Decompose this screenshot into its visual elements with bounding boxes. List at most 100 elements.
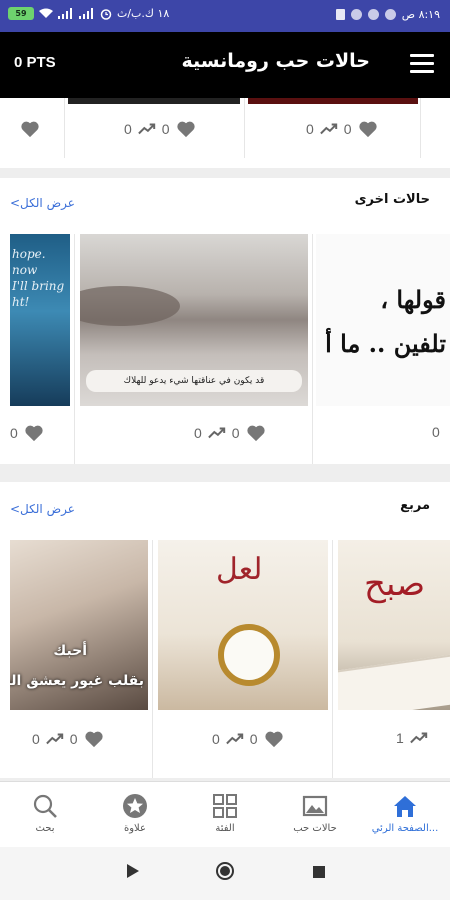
home-icon	[394, 796, 416, 817]
status-left-group: 59 ١٨ ك.ب/ث	[8, 7, 169, 20]
card-stats: 0	[432, 424, 440, 440]
pocket-watch	[218, 624, 280, 686]
trash-notification-icon	[335, 9, 345, 20]
system-navigation-bar	[0, 847, 450, 900]
heart-icon[interactable]	[84, 730, 104, 748]
alarm-clock-icon	[100, 8, 112, 20]
status-right-group: ٨:١٩ ص	[335, 8, 440, 21]
card-stats: 0 0	[124, 120, 196, 138]
section-title: حالات اخرى	[354, 192, 430, 207]
view-all-link[interactable]: عرض الكل>	[10, 502, 75, 516]
recents-square-icon[interactable]	[312, 865, 326, 879]
status-image-tile[interactable]: أحبك بقلب غيور يعشق الت	[10, 540, 148, 710]
tile-overlay-text: hope. now I'll bring ht!	[12, 247, 65, 309]
hamburger-menu-icon[interactable]	[410, 54, 434, 74]
points-counter[interactable]: 0 PTS	[14, 54, 56, 71]
app-bar: 0 PTS حالات حب رومانسية	[0, 32, 450, 98]
divider	[74, 234, 75, 464]
tile-caption: قد يكون في عناقتها شيء يدعو للهلاك	[86, 370, 302, 392]
wifi-icon	[39, 8, 53, 18]
heart-icon[interactable]	[358, 120, 378, 138]
home-circle-icon[interactable]	[215, 861, 235, 881]
divider	[312, 234, 313, 464]
notification-dot-icon	[384, 9, 396, 20]
trending-icon	[207, 427, 225, 439]
status-time: ٨:١٩ ص	[401, 8, 440, 21]
share-count: 0	[194, 425, 202, 441]
share-count: 0	[124, 121, 132, 137]
card-stats: 0 0	[194, 424, 266, 442]
image-icon	[302, 795, 328, 817]
divider	[152, 540, 153, 778]
card-stats: 0 0	[212, 730, 284, 748]
search-icon	[33, 794, 57, 818]
heart-icon[interactable]	[24, 424, 44, 442]
section-card-other: حالات اخرى عرض الكل> قولها ، تلفين .. ما…	[0, 178, 450, 464]
share-count: 1	[396, 730, 404, 746]
back-play-icon[interactable]	[126, 863, 140, 879]
nav-label: علاوة	[123, 823, 146, 834]
grid-icon	[213, 794, 237, 818]
nav-item-search[interactable]: بحث	[0, 782, 90, 848]
section-card-square: مربع عرض الكل> صبح لعل أحبك بقلب غيور يع…	[0, 482, 450, 778]
bottom-navigation: الصفحة الرئي... حالات حب الفئة علاوة بحث	[0, 781, 450, 847]
heart-icon[interactable]	[176, 120, 196, 138]
lips-shape	[80, 286, 180, 326]
heart-icon[interactable]	[20, 120, 40, 138]
nav-label: الفئة	[215, 823, 235, 834]
tile-overlay-text: قولها ، تلفين .. ما أ	[325, 285, 446, 358]
card-stats: 0 0	[306, 120, 378, 138]
nav-label: الصفحة الرئي...	[371, 823, 439, 834]
trending-icon	[137, 123, 155, 135]
trending-icon	[225, 733, 243, 745]
like-count: 0	[343, 121, 352, 137]
share-count: 0	[32, 731, 40, 747]
heart-icon[interactable]	[264, 730, 284, 748]
card-stats: 0	[10, 424, 44, 442]
image-edge	[68, 98, 240, 104]
like-count: 0	[432, 424, 440, 440]
status-image-tile[interactable]: قد يكون في عناقتها شيء يدعو للهلاك	[80, 234, 308, 406]
share-count: 0	[212, 731, 220, 747]
share-count: 0	[306, 121, 314, 137]
card-stats	[20, 120, 40, 138]
card-stats: 1	[396, 730, 428, 746]
section-title: مربع	[400, 498, 430, 513]
status-image-tile[interactable]: لعل	[158, 540, 328, 710]
battery-icon: 59	[8, 7, 34, 20]
divider	[244, 98, 245, 158]
like-count: 0	[161, 121, 170, 137]
network-speed: ١٨ ك.ب/ث	[117, 7, 170, 20]
nav-label: بحث	[35, 823, 55, 834]
book-shape	[338, 652, 450, 710]
nav-label: حالات حب	[293, 823, 337, 834]
nav-item-category[interactable]: الفئة	[180, 782, 270, 848]
divider	[64, 98, 65, 158]
like-count: 0	[10, 425, 18, 441]
image-edge	[248, 98, 418, 104]
status-image-tile[interactable]: صبح	[338, 540, 450, 710]
notification-dot-icon	[350, 9, 362, 20]
signal-icon	[58, 8, 72, 19]
status-image-tile[interactable]: قولها ، تلفين .. ما أ	[316, 234, 450, 406]
notification-dot-icon	[367, 9, 379, 20]
nav-item-home[interactable]: الصفحة الرئي...	[360, 782, 450, 848]
trending-icon	[45, 733, 63, 745]
heart-icon[interactable]	[246, 424, 266, 442]
status-bar: 59 ١٨ ك.ب/ث ٨:١٩ ص	[0, 0, 450, 32]
tile-overlay-text: صبح	[364, 564, 426, 604]
nav-item-love-status[interactable]: حالات حب	[270, 782, 360, 848]
like-count: 0	[231, 425, 240, 441]
star-badge-icon	[123, 794, 147, 818]
card-stats: 0 0	[32, 730, 104, 748]
nav-item-bonus[interactable]: علاوة	[90, 782, 180, 848]
signal-icon-2	[79, 8, 93, 19]
page-title: حالات حب رومانسية	[181, 50, 371, 72]
like-count: 0	[69, 731, 78, 747]
tile-overlay-text: لعل	[216, 552, 263, 587]
status-image-tile[interactable]: hope. now I'll bring ht!	[10, 234, 70, 406]
view-all-link[interactable]: عرض الكل>	[10, 196, 75, 210]
divider	[332, 540, 333, 778]
like-count: 0	[249, 731, 258, 747]
trending-icon	[409, 732, 427, 744]
